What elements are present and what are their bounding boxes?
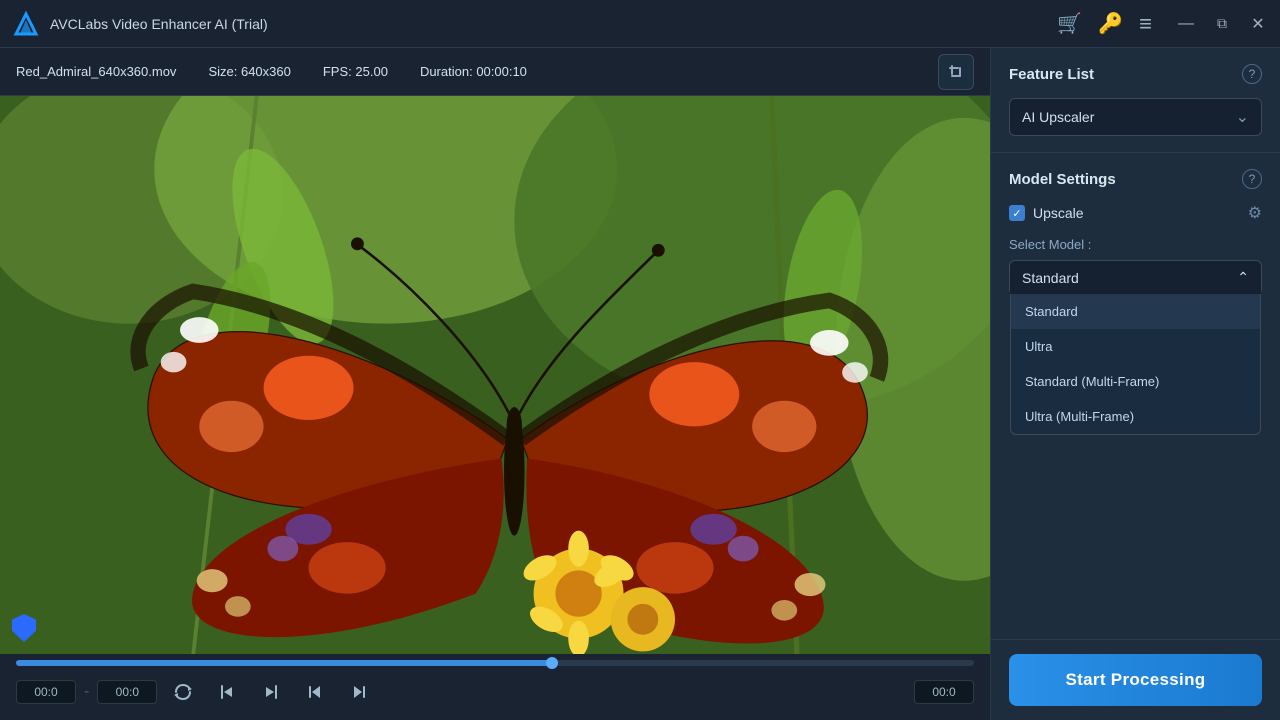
- feature-list-help[interactable]: ?: [1242, 64, 1262, 84]
- upscale-settings-icon[interactable]: ⚙: [1248, 203, 1262, 223]
- model-settings-title: Model Settings: [1009, 171, 1116, 188]
- loop-icon: [173, 682, 193, 702]
- minimize-button[interactable]: —: [1176, 15, 1196, 33]
- file-fps: FPS: 25.00: [323, 64, 388, 79]
- video-panel: Red_Admiral_640x360.mov Size: 640x360 FP…: [0, 48, 990, 720]
- feature-dropdown[interactable]: AI Upscaler ⌄: [1009, 98, 1262, 136]
- model-dropdown[interactable]: Standard ⌃ Standard Ultra Standard (Mult…: [1009, 260, 1262, 295]
- file-info-bar: Red_Admiral_640x360.mov Size: 640x360 FP…: [0, 48, 990, 96]
- mark-in-button[interactable]: [209, 674, 245, 710]
- menu-icon[interactable]: ≡: [1139, 11, 1152, 37]
- upscale-row: Upscale ⚙: [1009, 203, 1262, 223]
- video-controls: -: [0, 654, 990, 720]
- close-button[interactable]: ✕: [1248, 14, 1268, 34]
- title-bar: AVCLabs Video Enhancer AI (Trial) 🛒 🔑 ≡ …: [0, 0, 1280, 48]
- mark-out-icon: [262, 683, 280, 701]
- file-duration: Duration: 00:00:10: [420, 64, 527, 79]
- next-frame-button[interactable]: [341, 674, 377, 710]
- right-panel: Feature List ? AI Upscaler ⌄ Model Setti…: [990, 48, 1280, 720]
- upscale-label: Upscale: [1033, 205, 1084, 221]
- feature-selected: AI Upscaler: [1022, 109, 1094, 125]
- next-frame-icon: [350, 683, 368, 701]
- file-size: Size: 640x360: [208, 64, 290, 79]
- time-end-input[interactable]: [97, 680, 157, 704]
- model-settings-section: Model Settings ? Upscale ⚙ Select Model …: [991, 153, 1280, 639]
- feature-chevron-icon: ⌄: [1236, 107, 1249, 127]
- app-logo: [12, 10, 40, 38]
- feature-list-section: Feature List ? AI Upscaler ⌄: [991, 48, 1280, 153]
- time-start-input[interactable]: [16, 680, 76, 704]
- model-selected-value: Standard: [1022, 270, 1079, 286]
- prev-frame-button[interactable]: [297, 674, 333, 710]
- maximize-button[interactable]: ⧉: [1212, 15, 1232, 32]
- model-settings-help[interactable]: ?: [1242, 169, 1262, 189]
- prev-frame-icon: [306, 683, 324, 701]
- model-option-ultra[interactable]: Ultra: [1011, 329, 1260, 364]
- mark-out-button[interactable]: [253, 674, 289, 710]
- loop-button[interactable]: [165, 674, 201, 710]
- progress-bar[interactable]: [16, 660, 974, 666]
- start-btn-container: Start Processing: [991, 639, 1280, 720]
- model-option-ultra-multi[interactable]: Ultra (Multi-Frame): [1011, 399, 1260, 434]
- cart-icon[interactable]: 🛒: [1057, 11, 1082, 36]
- crop-icon: [947, 63, 965, 81]
- file-name: Red_Admiral_640x360.mov: [16, 64, 176, 79]
- model-dropdown-header[interactable]: Standard ⌃: [1010, 261, 1261, 294]
- upscale-checkbox[interactable]: [1009, 205, 1025, 221]
- app-title: AVCLabs Video Enhancer AI (Trial): [50, 16, 1057, 32]
- video-frame: [0, 96, 990, 654]
- video-display: [0, 96, 990, 654]
- separator-label: -: [84, 683, 89, 701]
- feature-list-title: Feature List: [1009, 66, 1094, 83]
- model-option-standard-multi[interactable]: Standard (Multi-Frame): [1011, 364, 1260, 399]
- key-icon[interactable]: 🔑: [1098, 11, 1123, 36]
- crop-button[interactable]: [938, 54, 974, 90]
- start-processing-button[interactable]: Start Processing: [1009, 654, 1262, 706]
- model-chevron-up-icon: ⌃: [1237, 269, 1249, 286]
- select-model-label: Select Model :: [1009, 237, 1262, 252]
- model-dropdown-list: Standard Ultra Standard (Multi-Frame) Ul…: [1010, 294, 1261, 435]
- mark-in-icon: [218, 683, 236, 701]
- main-content: Red_Admiral_640x360.mov Size: 640x360 FP…: [0, 48, 1280, 720]
- model-option-standard[interactable]: Standard: [1011, 294, 1260, 329]
- time-current-input[interactable]: [914, 680, 974, 704]
